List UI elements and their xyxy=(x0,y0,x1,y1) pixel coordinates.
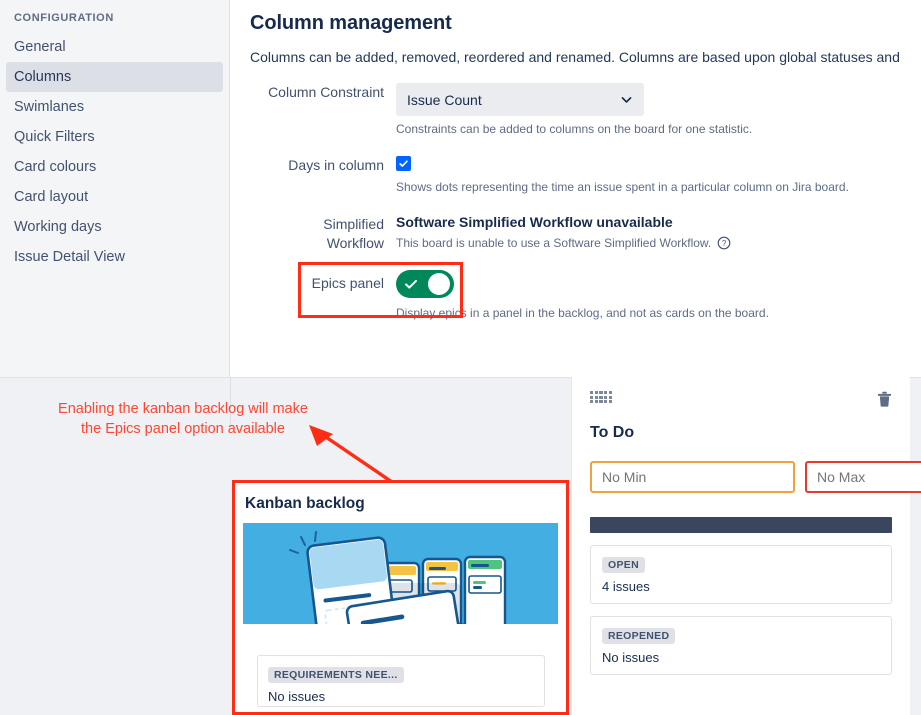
chevron-down-icon xyxy=(621,97,632,103)
simplified-workflow-label-line2: Workflow xyxy=(326,235,384,252)
sidebar-item-card-colours[interactable]: Card colours xyxy=(6,152,223,182)
configuration-sidebar: CONFIGURATION General Columns Swimlanes … xyxy=(0,0,230,377)
column-constraint-value: Issue Count xyxy=(407,91,482,108)
column-management-content: Column management Columns can be added, … xyxy=(231,0,921,377)
kanban-issue-badge: REQUIREMENTS NEE... xyxy=(268,667,404,683)
days-in-column-checkbox[interactable] xyxy=(396,155,411,171)
question-circle-icon[interactable]: ? xyxy=(717,236,731,250)
sidebar-item-swimlanes[interactable]: Swimlanes xyxy=(6,92,223,122)
simplified-workflow-label: Simplified Workflow xyxy=(250,213,396,253)
field-simplified-workflow: Simplified Workflow Software Simplified … xyxy=(250,213,921,253)
column-constraint-label: Column Constraint xyxy=(268,84,384,100)
todo-panel-title: To Do xyxy=(590,424,635,441)
column-constraint-body: Issue Count Constraints can be added to … xyxy=(396,83,921,138)
status-badge: OPEN xyxy=(602,557,645,573)
kanban-issue-card[interactable]: REQUIREMENTS NEE... No issues xyxy=(257,655,545,707)
epics-panel-help: Display epics in a panel in the backlog,… xyxy=(396,305,769,320)
simplified-workflow-sub: This board is unable to use a Software S… xyxy=(396,236,712,251)
page-description: Columns can be added, removed, reordered… xyxy=(250,49,900,65)
days-in-column-body: Shows dots representing the time an issu… xyxy=(396,155,921,196)
status-card-reopened[interactable]: REOPENED No issues xyxy=(590,616,892,675)
check-icon xyxy=(405,279,417,289)
days-in-column-help: Shows dots representing the time an issu… xyxy=(396,179,849,194)
kanban-board-illustration xyxy=(243,523,558,624)
sidebar-item-issue-detail-view[interactable]: Issue Detail View xyxy=(6,242,223,272)
simplified-workflow-body: Software Simplified Workflow unavailable… xyxy=(396,213,921,253)
min-max-row xyxy=(590,461,921,493)
field-column-constraint: Column Constraint Issue Count Constraint… xyxy=(250,83,921,138)
sidebar-heading: CONFIGURATION xyxy=(14,12,114,24)
kanban-backlog-title: Kanban backlog xyxy=(245,495,365,512)
epics-panel-toggle[interactable] xyxy=(396,269,454,298)
status-badge: REOPENED xyxy=(602,628,676,644)
status-issue-count: 4 issues xyxy=(602,579,650,594)
trash-icon[interactable] xyxy=(877,391,892,408)
epics-panel-body: Display epics in a panel in the backlog,… xyxy=(396,269,921,322)
status-issue-count: No issues xyxy=(602,650,660,665)
field-epics-panel: Epics panel Display epics in a panel in … xyxy=(250,269,921,322)
sidebar-item-quick-filters[interactable]: Quick Filters xyxy=(6,122,223,152)
kanban-backlog-card[interactable]: Kanban backlog REQUIREMENTS NEE... No is… xyxy=(232,480,569,715)
annotation-line-1: Enabling the kanban backlog will make xyxy=(58,401,308,417)
drag-handle-icon[interactable] xyxy=(590,391,612,403)
sidebar-item-columns[interactable]: Columns xyxy=(6,62,223,92)
min-constraint-input[interactable] xyxy=(590,461,795,493)
svg-text:?: ? xyxy=(722,239,727,248)
max-constraint-input[interactable] xyxy=(805,461,921,493)
screen-root: CONFIGURATION General Columns Swimlanes … xyxy=(0,0,921,715)
simplified-workflow-title: Software Simplified Workflow unavailable xyxy=(396,214,673,231)
status-card-open[interactable]: OPEN 4 issues xyxy=(590,545,892,604)
check-icon xyxy=(399,160,408,167)
kanban-issue-count: No issues xyxy=(268,689,326,704)
annotation-line-2: the Epics panel option available xyxy=(81,421,285,438)
kanban-illustration-svg xyxy=(289,531,507,624)
annotation-text: Enabling the kanban backlog will make th… xyxy=(38,399,328,440)
capacity-bar xyxy=(590,517,892,533)
todo-column-panel: To Do OPEN 4 issues REOPENED No issues xyxy=(571,377,921,715)
settings-top-area: CONFIGURATION General Columns Swimlanes … xyxy=(0,0,921,377)
simplified-workflow-label-line1: Simplified xyxy=(323,216,384,233)
sidebar-item-working-days[interactable]: Working days xyxy=(6,212,223,242)
simplified-workflow-sub-row: This board is unable to use a Software S… xyxy=(396,236,921,250)
column-constraint-help: Constraints can be added to columns on t… xyxy=(396,122,753,136)
days-in-column-label: Days in column xyxy=(288,156,384,173)
sidebar-item-card-layout[interactable]: Card layout xyxy=(6,182,223,212)
toggle-knob xyxy=(428,272,450,295)
sidebar-item-general[interactable]: General xyxy=(6,32,223,62)
epics-panel-label: Epics panel xyxy=(311,274,384,291)
field-days-in-column: Days in column Shows dots representing t… xyxy=(250,155,921,196)
todo-panel-header xyxy=(590,391,892,408)
column-constraint-select[interactable]: Issue Count xyxy=(396,83,644,116)
page-title: Column management xyxy=(250,12,452,34)
